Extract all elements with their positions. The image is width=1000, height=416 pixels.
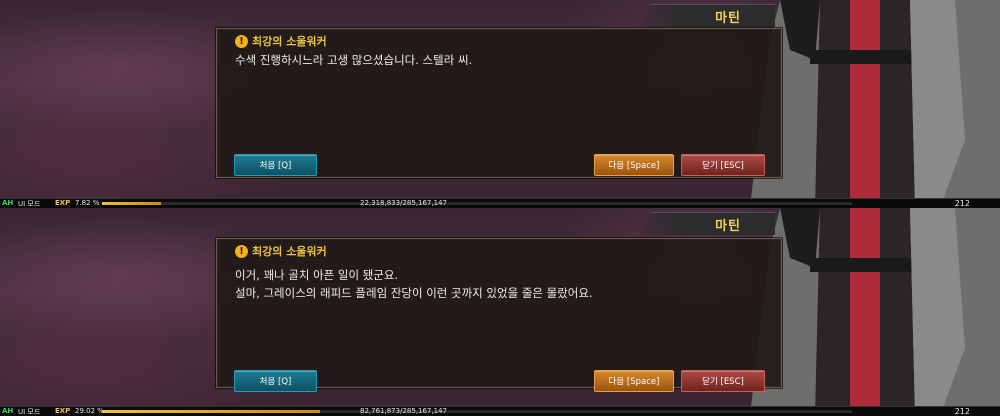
player-level: 212 xyxy=(954,407,970,416)
exp-label: EXP xyxy=(55,407,71,415)
next-button[interactable]: 다음 [Space] xyxy=(594,154,674,176)
ui-mode-label[interactable]: UI 모드 xyxy=(18,199,40,208)
exclamation-circle-icon: ! xyxy=(235,244,248,258)
ui-mode-label[interactable]: UI 모드 xyxy=(18,407,40,416)
dialog-text-line: 설마, 그레이스의 래피드 플레임 잔당이 이런 곳까지 있었을 줄은 몰랐어요… xyxy=(235,286,593,300)
dialog-box: ! 최강의 소울워커 수색 진행하시느라 고생 많으셨습니다. 스텔라 씨. 처… xyxy=(216,28,782,178)
close-button[interactable]: 닫기 [ESC] xyxy=(681,154,765,176)
exp-count: 82,761,873/285,167,147 xyxy=(360,407,447,415)
exp-percent: 29.02 % xyxy=(75,407,104,415)
npc-name: 마틴 xyxy=(715,11,741,26)
speaker-name: 최강의 소울워커 xyxy=(252,35,327,48)
dialog-header: ! 최강의 소울워커 xyxy=(235,33,327,49)
exp-count: 22,318,833/285,167,147 xyxy=(360,199,447,207)
scene-panel-2: 마틴 ! 최강의 소울워커 이거, 꽤나 골치 아픈 일이 됐군요. 설마, 그… xyxy=(0,208,1000,416)
player-level: 212 xyxy=(954,199,970,208)
exp-percent: 7.82 % xyxy=(75,199,100,207)
exp-fill xyxy=(102,410,320,413)
ah-indicator: AH xyxy=(2,199,14,207)
first-button[interactable]: 처음 [Q] xyxy=(234,370,317,392)
npc-nameplate: 마틴 xyxy=(640,212,775,235)
close-button[interactable]: 닫기 [ESC] xyxy=(681,370,765,392)
exp-track xyxy=(102,410,852,413)
dialog-text-line: 이거, 꽤나 골치 아픈 일이 됐군요. xyxy=(235,268,399,282)
npc-nameplate: 마틴 xyxy=(640,4,775,27)
dialog-box: ! 최강의 소울워커 이거, 꽤나 골치 아픈 일이 됐군요. 설마, 그레이스… xyxy=(216,238,782,392)
dialog-header: ! 최강의 소울워커 xyxy=(235,243,327,259)
exp-fill xyxy=(102,202,161,205)
exp-track xyxy=(102,202,852,205)
exp-bar: AH UI 모드 EXP 29.02 % 82,761,873/285,167,… xyxy=(0,406,1000,416)
npc-name: 마틴 xyxy=(715,219,741,234)
scene-panel-1: 마틴 ! 최강의 소울워커 수색 진행하시느라 고생 많으셨습니다. 스텔라 씨… xyxy=(0,0,1000,208)
exp-label: EXP xyxy=(55,199,71,207)
dialog-text-line: 수색 진행하시느라 고생 많으셨습니다. 스텔라 씨. xyxy=(235,53,473,67)
exclamation-circle-icon: ! xyxy=(235,34,248,48)
ah-indicator: AH xyxy=(2,407,14,415)
next-button[interactable]: 다음 [Space] xyxy=(594,370,674,392)
first-button[interactable]: 처음 [Q] xyxy=(234,154,317,176)
speaker-name: 최강의 소울워커 xyxy=(252,245,327,258)
exp-bar: AH UI 모드 EXP 7.82 % 22,318,833/285,167,1… xyxy=(0,198,1000,208)
